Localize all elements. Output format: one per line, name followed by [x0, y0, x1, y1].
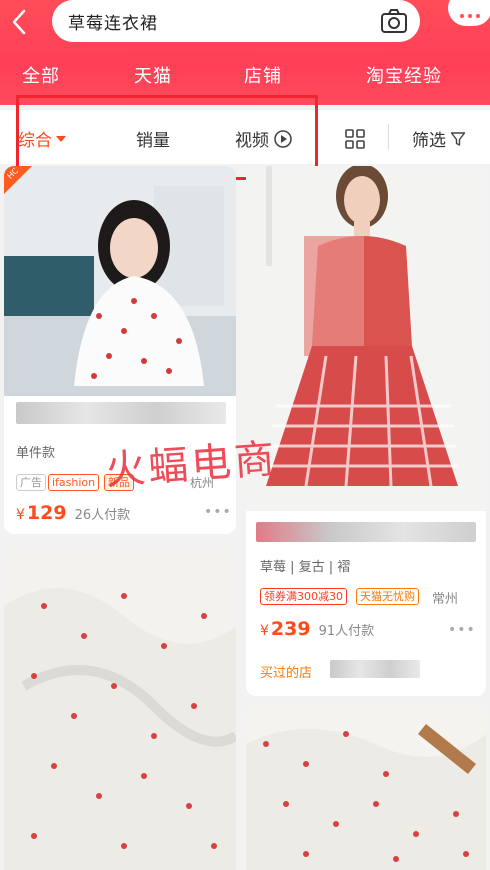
product-title-blurred [256, 522, 476, 542]
coupon-tag: 领券满300减30 [260, 588, 347, 605]
ifashion-tag: ifashion [48, 474, 100, 491]
product-image [4, 546, 236, 870]
bought-shop-label: 买过的店 [260, 666, 313, 681]
price-row: ¥ 129 26人付款 [16, 502, 130, 524]
product-image [4, 166, 236, 396]
tab-all[interactable]: 全部 [22, 62, 60, 88]
product-attrs: 草莓 | 复古 | 褶 [260, 560, 351, 575]
grid-view-icon [345, 129, 365, 149]
more-dots-icon [460, 14, 464, 18]
camera-icon[interactable] [380, 8, 408, 34]
product-image [246, 166, 486, 511]
category-tabs: 全部 天猫 店铺 淘宝经验 [0, 58, 490, 94]
search-header: 草莓连衣裙 全部 天猫 店铺 淘宝经验 [0, 0, 490, 105]
search-query: 草莓连衣裙 [68, 13, 158, 34]
product-attrs: 单件款 [16, 446, 56, 461]
product-card[interactable] [246, 704, 486, 870]
price-symbol: ¥ [16, 507, 25, 523]
product-card[interactable] [4, 546, 236, 870]
more-menu-button[interactable] [448, 0, 490, 26]
tab-shop[interactable]: 店铺 [244, 62, 282, 88]
tab-tmall[interactable]: 天猫 [134, 62, 172, 88]
search-input[interactable]: 草莓连衣裙 [52, 0, 420, 42]
product-image [246, 704, 486, 870]
price-value: 129 [26, 502, 67, 524]
filter-button[interactable]: 筛选 [412, 126, 466, 151]
price-row: ¥ 239 91人付款 [260, 618, 374, 640]
watermark: 火蝠电商 [103, 436, 279, 494]
more-dot [476, 14, 480, 18]
sold-count: 26人付款 [74, 508, 131, 523]
tmall-worryfree-tag: 天猫无忧购 [356, 588, 419, 605]
filter-label: 筛选 [412, 131, 446, 151]
shop-name-blurred [330, 660, 420, 678]
more-options-icon[interactable]: ••• [448, 622, 476, 638]
grid-view-toggle[interactable] [344, 128, 366, 150]
sold-count: 91人付款 [318, 624, 375, 639]
product-card[interactable]: 草莓 | 复古 | 褶 领券满300减30 天猫无忧购 常州 ¥ 239 91人… [246, 166, 486, 696]
chevron-left-icon [12, 9, 26, 35]
more-options-icon[interactable]: ••• [204, 504, 232, 520]
price-value: 239 [270, 618, 311, 640]
product-location: 常州 [432, 592, 459, 607]
back-button[interactable] [4, 6, 34, 38]
ad-tag: 广告 [16, 474, 46, 491]
product-title-blurred [16, 402, 226, 424]
filter-funnel-icon [450, 131, 466, 146]
more-dot [468, 14, 472, 18]
sort-divider [388, 124, 389, 150]
price-symbol: ¥ [260, 623, 269, 639]
tab-taobao-experience[interactable]: 淘宝经验 [366, 62, 442, 88]
